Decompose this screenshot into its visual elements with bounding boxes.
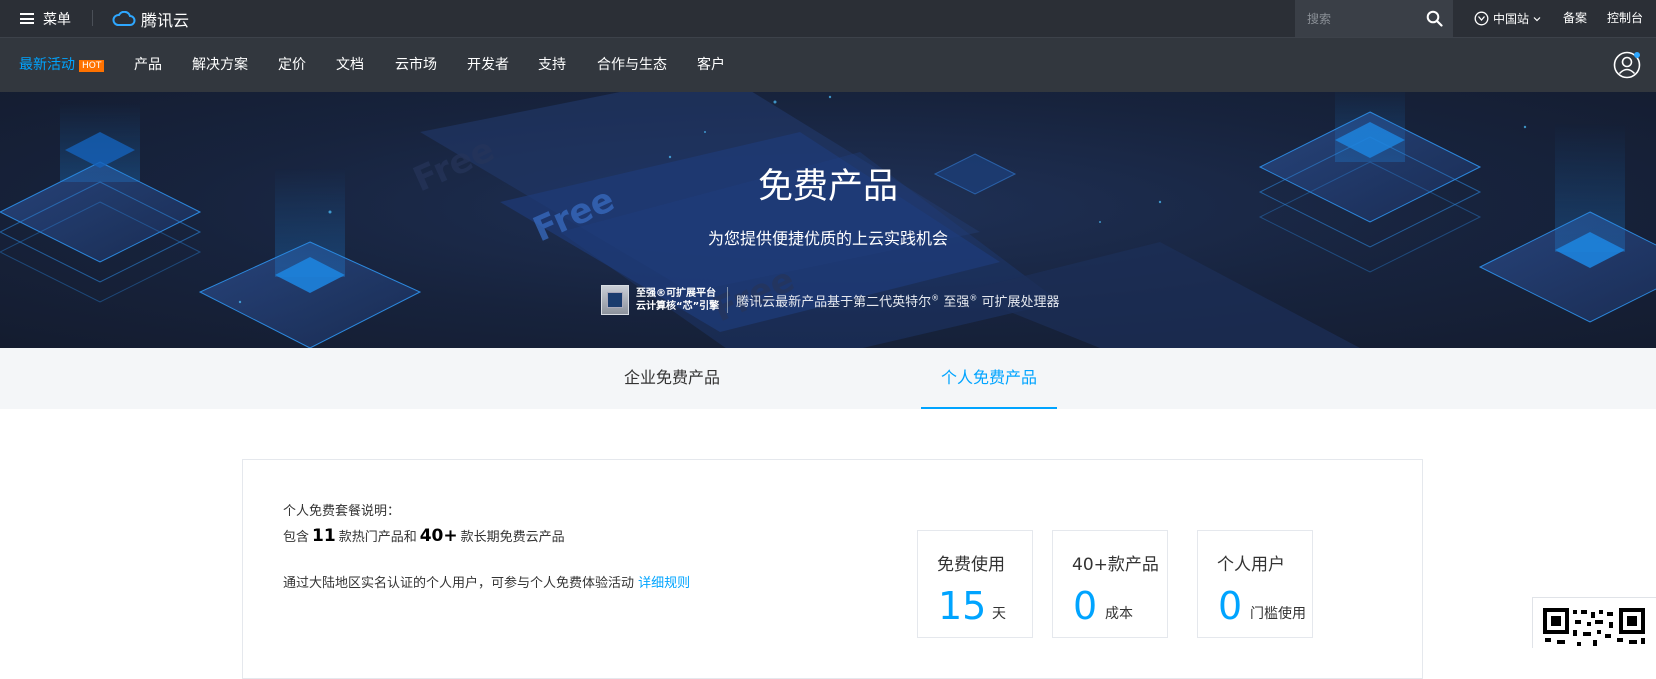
beian-link[interactable]: 备案 — [1563, 0, 1587, 37]
stat-personal-threshold: 个人用户 0 门槛使用 — [1197, 530, 1313, 638]
hot-product-count: 11 — [312, 526, 336, 546]
logo-text: 腾讯云 — [141, 10, 190, 30]
intel-text-b: 至强 — [943, 294, 970, 310]
stat-value: 15 — [938, 584, 987, 628]
stat-unit: 天 — [992, 606, 1006, 622]
intel-promo[interactable]: 至强®可扩展平台 云计算核“芯”引擎 腾讯云最新产品基于第二代英特尔® 至强® … — [601, 284, 1059, 316]
user-avatar-icon[interactable] — [1613, 51, 1641, 79]
nav-item-customers[interactable]: 客户 — [697, 38, 725, 92]
summary-mid: 款热门产品和 — [338, 530, 417, 545]
divider — [727, 287, 729, 313]
cloud-logo-icon — [112, 10, 136, 26]
stat-free-usage: 免费使用 15 天 — [917, 530, 1033, 638]
chevron-down-icon — [1533, 16, 1541, 21]
stat-unit: 门槛使用 — [1250, 606, 1306, 622]
tab-personal-free[interactable]: 个人免费产品 — [921, 348, 1057, 409]
main-nav: 最新活动 HOT 产品 解决方案 定价 文档 云市场 开发者 支持 合作与生态 客… — [0, 37, 1656, 92]
region-label: 中国站 — [1493, 12, 1530, 26]
intel-text: 腾讯云最新产品基于第二代英特尔® 至强® 可扩展处理器 — [736, 291, 1060, 310]
intel-slogan: 至强®可扩展平台 云计算核“芯”引擎 — [636, 287, 719, 313]
long-term-product-count: 40+ — [419, 526, 458, 546]
intel-slogan-line2: 云计算核“芯”引擎 — [636, 301, 720, 312]
menu-button[interactable]: 菜单 — [20, 0, 71, 37]
stat-products-cost: 40+款产品 0 成本 — [1052, 530, 1168, 638]
summary-suffix: 款长期免费云产品 — [460, 530, 565, 545]
package-summary: 包含 11 款热门产品和 40+ 款长期免费云产品 — [283, 526, 565, 546]
menu-label: 菜单 — [43, 11, 71, 28]
nav-item-partners[interactable]: 合作与生态 — [597, 38, 667, 92]
tencent-cloud-logo[interactable]: 腾讯云 — [112, 0, 189, 37]
registered-mark: ® — [931, 293, 940, 303]
eligibility-note: 通过大陆地区实名认证的个人用户，可参与个人免费体验活动 详细规则 — [283, 572, 690, 591]
intel-slogan-line1: 至强®可扩展平台 — [636, 288, 716, 299]
registered-mark: ® — [969, 293, 978, 303]
personal-free-card: 个人免费套餐说明： 包含 11 款热门产品和 40+ 款长期免费云产品 通过大陆地区实名… — [242, 459, 1423, 679]
product-tabs: 企业免费产品 个人免费产品 — [0, 348, 1656, 409]
nav-item-label: 最新活动 — [19, 57, 75, 73]
stat-unit: 成本 — [1105, 606, 1133, 622]
nav-item-developers[interactable]: 开发者 — [467, 38, 509, 92]
console-link[interactable]: 控制台 — [1607, 0, 1643, 37]
tab-enterprise-free[interactable]: 企业免费产品 — [608, 348, 736, 409]
nav-item-support[interactable]: 支持 — [538, 38, 566, 92]
hot-badge: HOT — [79, 60, 105, 72]
intel-text-c: 可扩展处理器 — [981, 294, 1060, 310]
intel-text-a: 腾讯云最新产品基于第二代英特尔 — [736, 294, 932, 310]
nav-item-docs[interactable]: 文档 — [336, 38, 364, 92]
hamburger-icon — [20, 13, 34, 24]
hero-title: 免费产品 — [757, 167, 898, 207]
region-selector[interactable]: 中国站 — [1474, 0, 1541, 37]
search-icon[interactable] — [1426, 10, 1443, 27]
qr-code-icon — [1543, 608, 1645, 646]
hero-subtitle: 为您提供便捷优质的上云实践机会 — [707, 229, 948, 248]
eligibility-text: 通过大陆地区实名认证的个人用户，可参与个人免费体验活动 — [283, 576, 635, 591]
stat-value: 0 — [1073, 584, 1098, 628]
summary-prefix: 包含 — [283, 530, 310, 545]
nav-item-solutions[interactable]: 解决方案 — [192, 38, 248, 92]
stat-label: 免费使用 — [937, 555, 1005, 575]
top-bar: 菜单 腾讯云 中国站 备案 控制台 — [0, 0, 1656, 37]
nav-item-latest-activity[interactable]: 最新活动 HOT — [19, 38, 105, 92]
nav-item-pricing[interactable]: 定价 — [278, 38, 306, 92]
detailed-rules-link[interactable]: 详细规则 — [638, 576, 690, 591]
package-description-title: 个人免费套餐说明： — [283, 504, 401, 519]
qr-code-widget[interactable] — [1532, 597, 1656, 648]
hero-banner: Free Free Free 免费产品 为您提供便捷优质的上云实践机会 至强®可… — [0, 92, 1656, 348]
globe-icon — [1474, 11, 1489, 26]
stat-label: 40+款产品 — [1072, 555, 1159, 575]
search-input[interactable] — [1307, 11, 1419, 26]
stat-label: 个人用户 — [1217, 555, 1285, 575]
intel-xeon-logo-icon — [601, 285, 629, 315]
stat-value: 0 — [1218, 584, 1243, 628]
search-box[interactable] — [1295, 0, 1453, 37]
nav-item-products[interactable]: 产品 — [134, 38, 162, 92]
divider — [92, 10, 93, 26]
nav-item-marketplace[interactable]: 云市场 — [395, 38, 437, 92]
